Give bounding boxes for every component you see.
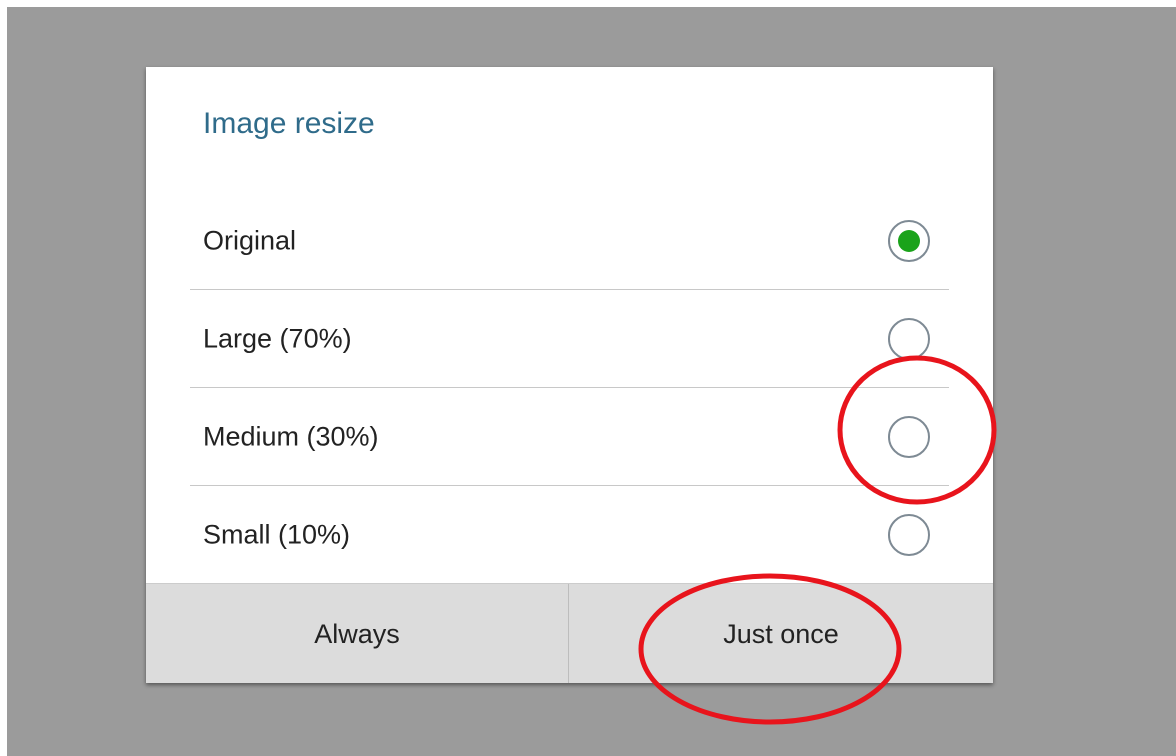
- radio-unselected-icon[interactable]: [888, 514, 930, 556]
- option-large[interactable]: Large (70%): [146, 290, 993, 388]
- radio-unselected-icon[interactable]: [888, 318, 930, 360]
- option-small[interactable]: Small (10%): [146, 486, 993, 584]
- radio-unselected-icon[interactable]: [888, 416, 930, 458]
- radio-dot-icon: [898, 230, 920, 252]
- option-medium[interactable]: Medium (30%): [146, 388, 993, 486]
- option-label: Large (70%): [203, 323, 352, 354]
- option-label: Small (10%): [203, 519, 351, 550]
- just-once-button[interactable]: Just once: [569, 584, 993, 683]
- dialog-title: Image resize: [203, 107, 375, 140]
- option-label: Original: [203, 225, 297, 256]
- option-label: Medium (30%): [203, 421, 379, 452]
- dialog-button-bar: Always Just once: [146, 583, 993, 683]
- option-original[interactable]: Original: [146, 192, 993, 290]
- image-resize-dialog: Image resize Original Large (70%) Medium…: [146, 67, 993, 683]
- resize-options-list: Original Large (70%) Medium (30%) Small …: [146, 192, 993, 584]
- radio-selected-icon[interactable]: [888, 220, 930, 262]
- always-button[interactable]: Always: [146, 584, 568, 683]
